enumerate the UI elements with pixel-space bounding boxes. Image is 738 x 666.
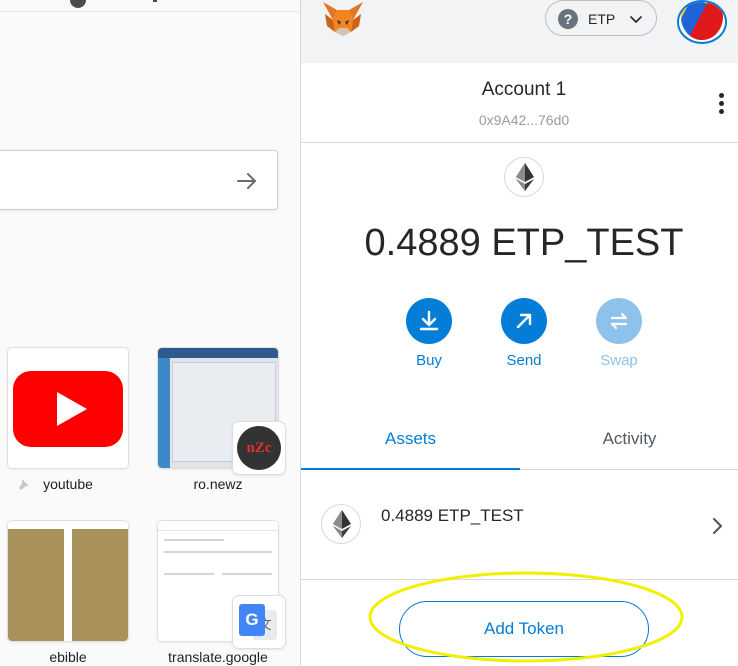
send-label: Send [506,352,542,369]
browser-new-tab-page: youtube ro.newz nZc ebible translate.goo… [0,0,300,666]
download-icon [419,310,439,331]
top-site-label: ro.newz [193,476,243,492]
google-translate-icon: 文 G [233,596,285,648]
arrow-right-icon[interactable] [235,169,259,193]
browser-toolbar-edge [0,0,300,12]
buy-button[interactable]: Buy [389,298,469,369]
account-balance: 0.4889 ETP_TEST [364,222,684,264]
kebab-menu-icon[interactable] [719,93,725,115]
swap-label: Swap [600,352,638,369]
pin-icon [19,479,29,490]
network-label: ETP [588,11,616,27]
asset-list-item[interactable]: 0.4889 ETP_TEST [301,472,738,580]
metamask-popup: ? ETP Account 1 0x9A42...76d0 0.4889 ETP… [300,0,738,666]
site-thumbnail [8,348,128,468]
account-avatar[interactable] [677,0,727,44]
eth-icon [504,157,544,197]
screen: youtube ro.newz nZc ebible translate.goo… [0,0,738,666]
question-icon: ? [558,9,578,29]
top-site-label: ebible [49,649,87,665]
top-site-tile[interactable]: ebible [8,521,128,665]
account-name: Account 1 [481,79,567,100]
open-book-icon [8,521,128,641]
site-thumbnail [8,521,128,641]
account-address[interactable]: 0x9A42...76d0 [301,112,738,128]
swap-icon [610,312,628,330]
metamask-fox-icon[interactable] [321,0,365,40]
arrow-up-right-icon [516,313,532,329]
chevron-down-icon [630,16,642,23]
search-input[interactable] [0,150,278,210]
add-token-button[interactable]: Add Token [399,601,649,657]
asset-amount: 0.4889 ETP_TEST [381,506,524,525]
buy-label: Buy [416,352,442,369]
network-selector[interactable]: ? ETP [545,0,657,36]
tab-activity[interactable]: Activity [520,410,738,470]
top-site-tile[interactable]: youtube [8,348,128,492]
youtube-logo-icon [13,371,123,447]
account-selector[interactable]: Account 1 0x9A42...76d0 [301,63,738,143]
send-button[interactable]: Send [484,298,564,369]
swap-button[interactable]: Swap [579,298,659,369]
eth-icon [321,504,361,544]
info-icon[interactable] [70,0,86,8]
nzc-logo-icon: nZc [237,426,281,470]
tab-assets[interactable]: Assets [301,410,520,470]
site-favicon: nZc [233,422,285,474]
chevron-right-icon [712,517,723,535]
top-site-label: translate.google [168,649,268,665]
toolbar-fragment [153,0,157,2]
app-header: ? ETP [301,0,738,63]
tab-bar: Assets Activity [301,410,738,470]
